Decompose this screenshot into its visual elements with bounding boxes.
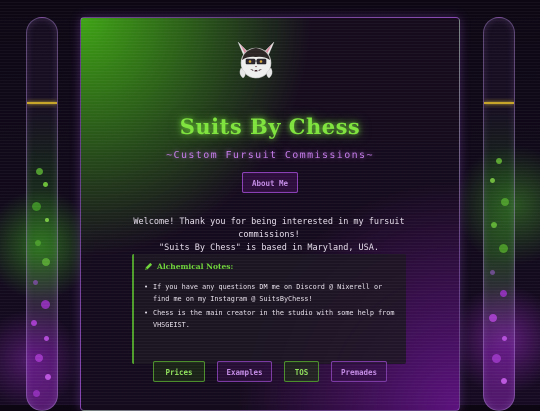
notes-list: If you have any questions DM me on Disco… — [144, 281, 398, 332]
notes-title: Alchemical Notes: — [157, 262, 234, 271]
left-potion-tube — [26, 17, 58, 411]
page-title: Suits By Chess — [179, 114, 361, 139]
examples-button[interactable]: Examples — [217, 361, 272, 382]
prices-button[interactable]: Prices — [153, 361, 205, 382]
list-item: Chess is the main creator in the studio … — [144, 307, 398, 332]
right-potion-tube — [483, 17, 515, 411]
welcome-text: Welcome! Thank you for being interested … — [104, 216, 434, 255]
list-item: If you have any questions DM me on Disco… — [144, 281, 398, 306]
tos-button[interactable]: TOS — [284, 361, 319, 382]
pencil-icon — [144, 262, 153, 271]
bat-fursuit-head-logo — [237, 41, 275, 79]
premades-button[interactable]: Premades — [331, 361, 387, 382]
about-me-button[interactable]: About Me — [242, 172, 298, 193]
tube-fill-line — [484, 102, 514, 104]
welcome-line-1: Welcome! Thank you for being interested … — [133, 217, 405, 240]
tube-fill-line — [27, 102, 57, 104]
notes-box: Alchemical Notes: If you have any questi… — [132, 254, 406, 364]
notes-header: Alchemical Notes: — [144, 262, 398, 271]
page-subtitle: ~Custom Fursuit Commissions~ — [166, 150, 374, 161]
